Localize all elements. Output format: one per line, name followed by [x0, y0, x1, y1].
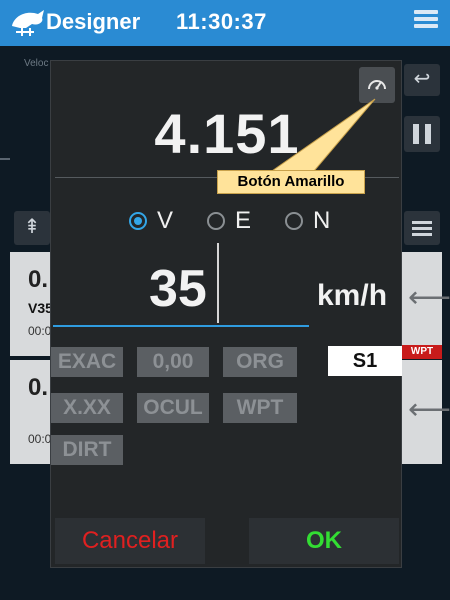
wpt-button[interactable]: WPT [223, 393, 297, 423]
list-icon[interactable] [404, 211, 440, 245]
annotation-callout: Botón Amarillo [217, 170, 365, 194]
radio-label-v: V [157, 207, 174, 234]
horse-logo-icon [12, 10, 44, 36]
background-card-2: 0. 00:0 [10, 360, 52, 464]
velocity-label: Veloc [24, 58, 49, 69]
app-bar: Designer 11:30:37 [0, 0, 450, 46]
radio-button[interactable] [285, 212, 303, 230]
divider [0, 158, 10, 160]
radio-option-e[interactable]: E [207, 205, 267, 235]
pause-icon[interactable] [404, 116, 440, 152]
speed-unit: km/h [317, 279, 388, 312]
clock-time: 11:30:37 [176, 9, 267, 34]
cancel-button[interactable]: Cancelar [55, 518, 205, 564]
card-value: 0. [28, 374, 49, 401]
speed-input[interactable]: 35 [53, 243, 309, 327]
radio-label-e: E [235, 207, 252, 234]
radio-option-v[interactable]: V [129, 205, 189, 235]
zero-button[interactable]: 0,00 [137, 347, 209, 377]
speed-value: 35 [149, 260, 207, 318]
pin-icon[interactable]: ⇞ [14, 211, 50, 245]
back-arrow-icon[interactable]: ↩ [404, 64, 440, 96]
selected-sequence-badge[interactable]: S1 [328, 346, 402, 376]
org-button[interactable]: ORG [223, 347, 297, 377]
distance-value: 4.151 [154, 102, 300, 165]
card-time: 00:0 [28, 432, 52, 446]
card-value: 0. [28, 266, 49, 293]
radio-option-n[interactable]: N [285, 205, 345, 235]
speed-dialog: 4.151 V E N 35 km/h EXAC 0,00 ORG X.XX O… [50, 60, 402, 568]
ok-button[interactable]: OK [249, 518, 399, 564]
text-cursor [217, 243, 219, 323]
card-time: 00:0 [28, 324, 52, 338]
ocul-button[interactable]: OCUL [137, 393, 209, 423]
speedometer-icon[interactable] [359, 67, 395, 103]
xxx-button[interactable]: X.XX [51, 393, 123, 423]
dirt-button[interactable]: DIRT [51, 435, 123, 465]
background-card-1: 0. V35 00:0 [10, 252, 53, 356]
app-title: Designer [46, 9, 141, 34]
radio-label-n: N [313, 207, 331, 234]
exac-button[interactable]: EXAC [51, 347, 123, 377]
radio-button[interactable] [207, 212, 225, 230]
wpt-badge: WPT [402, 345, 442, 359]
left-arrow-icon: ⟵ [408, 393, 450, 426]
menu-icon[interactable] [414, 10, 438, 34]
left-arrow-icon: ⟵ [408, 281, 450, 314]
radio-button-checked[interactable] [129, 212, 147, 230]
